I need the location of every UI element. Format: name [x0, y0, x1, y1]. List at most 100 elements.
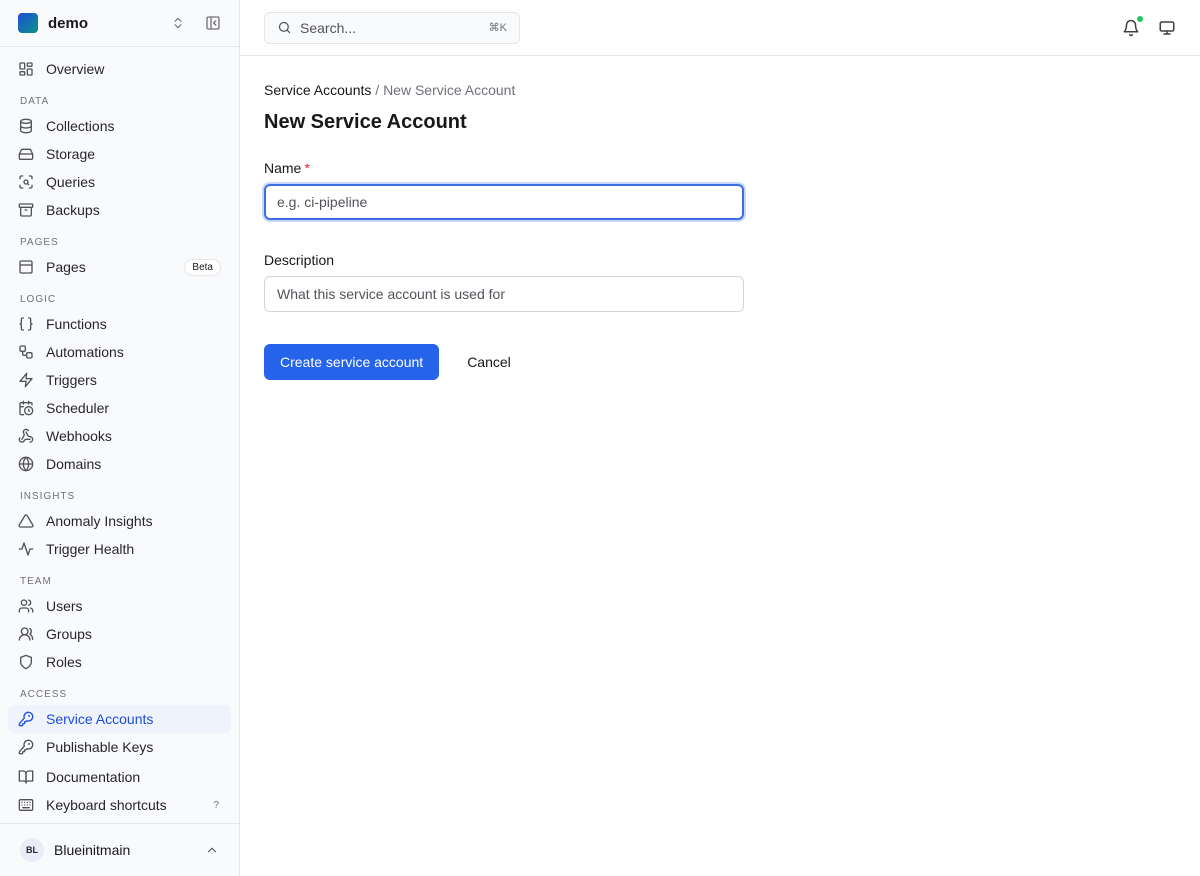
- zap-icon: [18, 372, 34, 388]
- search-placeholder: Search...: [300, 19, 357, 36]
- hard-drive-icon: [18, 146, 34, 162]
- notification-dot: [1136, 14, 1144, 23]
- scan-search-icon: [18, 174, 34, 190]
- page-title: New Service Account: [264, 111, 467, 133]
- notifications-button[interactable]: [1122, 14, 1144, 37]
- user-menu[interactable]: BL Blueinitmain: [0, 823, 239, 876]
- required-asterisk: *: [304, 160, 310, 176]
- sidebar-item-label: Keyboard shortcuts: [46, 797, 167, 813]
- monitor-icon: [1158, 19, 1176, 37]
- sidebar-item-label: Automations: [46, 344, 124, 360]
- section-label-access: ACCESS: [20, 689, 68, 700]
- sidebar-item-webhooks[interactable]: Webhooks: [8, 422, 231, 450]
- search-input[interactable]: Search... ⌘K: [264, 11, 520, 44]
- layout-dashboard-icon: [18, 61, 34, 77]
- sidebar-item-backups[interactable]: Backups: [8, 196, 231, 224]
- sidebar-nav: Overview DATA Collections Storage Querie…: [0, 47, 239, 876]
- description-label: Description: [264, 252, 335, 268]
- search-icon: [277, 20, 292, 35]
- sidebar-item-storage[interactable]: Storage: [8, 140, 231, 168]
- users-round-icon: [18, 626, 34, 642]
- app-root: demo Overview DATA Collections Storage Q…: [0, 0, 1200, 876]
- book-open-icon: [18, 769, 34, 785]
- breadcrumb: Service Accounts / New Service Account: [264, 82, 1176, 98]
- sidebar-item-label: Documentation: [46, 769, 141, 785]
- cancel-button[interactable]: Cancel: [451, 344, 527, 380]
- sidebar-item-scheduler[interactable]: Scheduler: [8, 394, 231, 422]
- workspace-name: demo: [48, 14, 89, 32]
- users-icon: [18, 598, 34, 614]
- sidebar-item-label: Trigger Health: [46, 541, 135, 557]
- sidebar-item-domains[interactable]: Domains: [8, 450, 231, 478]
- main-area: Search... ⌘K Service Accounts / New Serv…: [240, 0, 1200, 876]
- sidebar: demo Overview DATA Collections Storage Q…: [0, 0, 240, 876]
- sidebar-item-label: Scheduler: [46, 400, 110, 416]
- sidebar-item-pages[interactable]: Pages Beta: [8, 253, 231, 281]
- key-icon: [18, 739, 34, 755]
- sidebar-item-documentation[interactable]: Documentation: [8, 763, 231, 791]
- sidebar-item-label: Groups: [46, 626, 92, 642]
- sidebar-item-label: Users: [46, 598, 83, 614]
- panel-left-close-icon[interactable]: [205, 15, 221, 31]
- breadcrumb-current: New Service Account: [383, 82, 516, 98]
- breadcrumb-parent-link[interactable]: Service Accounts: [264, 82, 371, 98]
- name-label-text: Name: [264, 160, 302, 176]
- page-content: Service Accounts / New Service Account N…: [240, 56, 1200, 406]
- description-field-group: Description: [264, 252, 744, 312]
- triangle-alert-icon: [18, 513, 34, 529]
- panel-top-icon: [18, 259, 34, 275]
- sidebar-item-queries[interactable]: Queries: [8, 168, 231, 196]
- sidebar-item-automations[interactable]: Automations: [8, 338, 231, 366]
- sidebar-item-collections[interactable]: Collections: [8, 112, 231, 140]
- sidebar-item-label: Functions: [46, 316, 107, 332]
- sidebar-item-label: Triggers: [46, 372, 97, 388]
- user-name: Blueinitmain: [54, 842, 131, 858]
- globe-icon: [18, 456, 34, 472]
- create-service-account-button[interactable]: Create service account: [264, 344, 440, 380]
- display-button[interactable]: [1158, 19, 1176, 37]
- section-label-data: DATA: [20, 96, 50, 107]
- search-shortcut: ⌘K: [488, 22, 507, 34]
- breadcrumb-separator: /: [375, 82, 380, 98]
- sidebar-item-functions[interactable]: Functions: [8, 310, 231, 338]
- sidebar-item-label: Publishable Keys: [46, 739, 154, 755]
- sidebar-item-label: Pages: [46, 259, 86, 275]
- sidebar-item-trigger-health[interactable]: Trigger Health: [8, 535, 231, 563]
- database-icon: [18, 118, 34, 134]
- sidebar-item-label: Anomaly Insights: [46, 513, 153, 529]
- sidebar-item-label: Overview: [46, 61, 105, 77]
- sidebar-item-triggers[interactable]: Triggers: [8, 366, 231, 394]
- name-input[interactable]: [264, 184, 744, 220]
- sidebar-item-label: Service Accounts: [46, 711, 154, 727]
- keyboard-icon: [18, 797, 34, 813]
- section-label-pages: PAGES: [20, 237, 59, 248]
- activity-icon: [18, 541, 34, 557]
- workspace-switcher[interactable]: demo: [0, 0, 239, 47]
- avatar: BL: [20, 838, 44, 862]
- topbar: Search... ⌘K: [240, 0, 1200, 56]
- section-label-team: TEAM: [20, 576, 52, 587]
- sidebar-item-anomaly-insights[interactable]: Anomaly Insights: [8, 507, 231, 535]
- chevron-up-icon: [205, 843, 219, 857]
- workflow-icon: [18, 344, 34, 360]
- sidebar-item-label: Domains: [46, 456, 102, 472]
- chevrons-up-down-icon[interactable]: [171, 16, 185, 30]
- sidebar-item-label: Backups: [46, 202, 100, 218]
- sidebar-item-keyboard-shortcuts[interactable]: Keyboard shortcuts ?: [8, 791, 231, 819]
- section-label-logic: LOGIC: [20, 294, 57, 305]
- description-input[interactable]: [264, 276, 744, 312]
- sidebar-item-roles[interactable]: Roles: [8, 648, 231, 676]
- sidebar-item-overview[interactable]: Overview: [8, 55, 231, 83]
- webhook-icon: [18, 428, 34, 444]
- name-label: Name *: [264, 160, 744, 176]
- sidebar-item-users[interactable]: Users: [8, 592, 231, 620]
- name-field-group: Name *: [264, 160, 744, 220]
- sidebar-item-label: Collections: [46, 118, 115, 134]
- form-actions: Create service account Cancel: [264, 344, 1176, 380]
- sidebar-item-service-accounts[interactable]: Service Accounts: [8, 705, 231, 733]
- sidebar-item-publishable-keys[interactable]: Publishable Keys: [8, 733, 231, 761]
- keyboard-shortcut-hint: ?: [213, 799, 219, 811]
- sidebar-item-label: Storage: [46, 146, 96, 162]
- sidebar-item-label: Queries: [46, 174, 96, 190]
- sidebar-item-groups[interactable]: Groups: [8, 620, 231, 648]
